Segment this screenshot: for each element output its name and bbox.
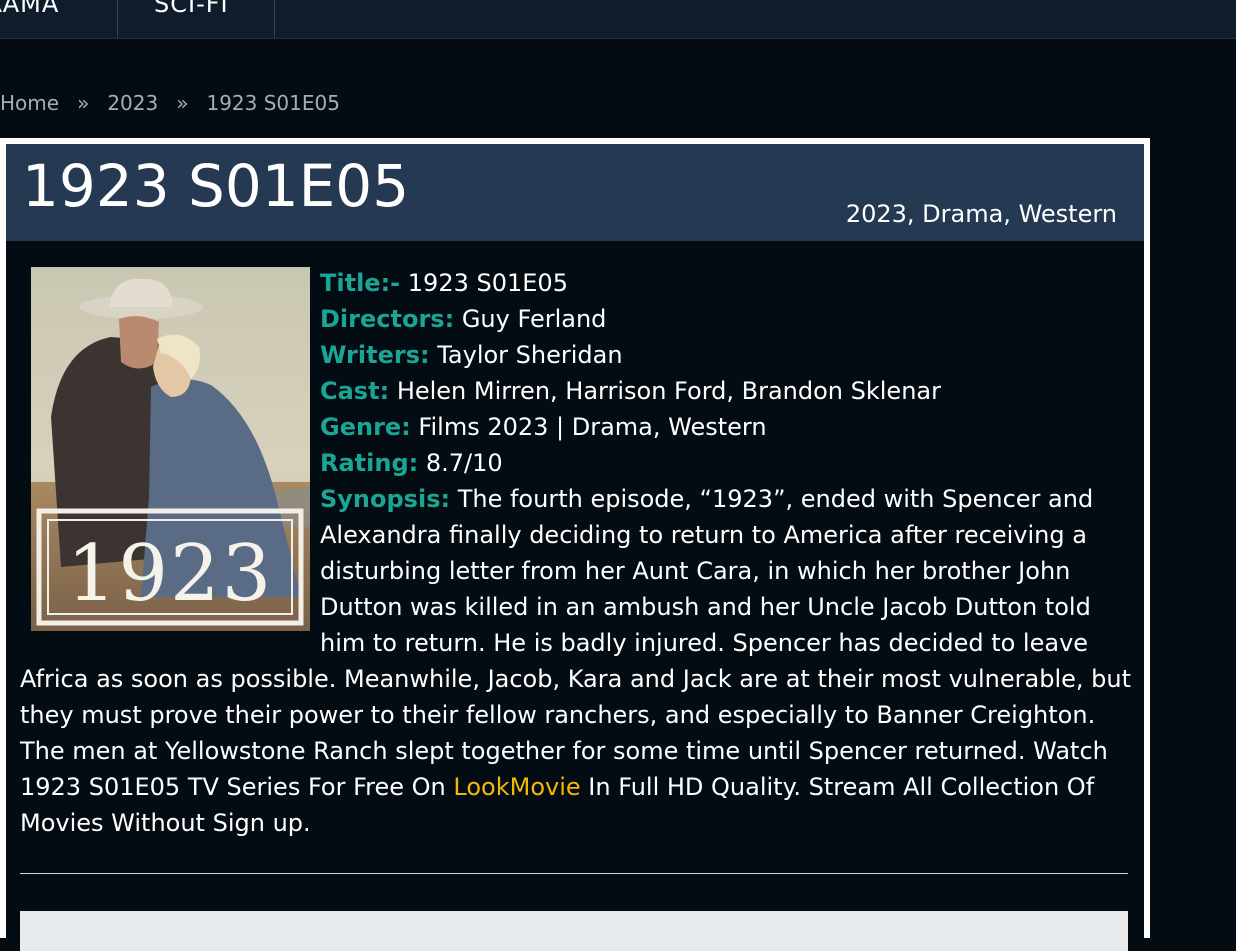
- nav-item-scifi[interactable]: SCI-FI: [154, 0, 229, 38]
- rating-label: Rating:: [320, 449, 419, 477]
- nav-item-drama[interactable]: RAMA: [0, 0, 59, 38]
- directors-label: Directors:: [320, 305, 455, 333]
- title-value: 1923 S01E05: [407, 269, 568, 297]
- synopsis-label: Synopsis:: [320, 485, 451, 513]
- writers-value: Taylor Sheridan: [437, 341, 623, 369]
- movie-card-body: 1923 S01E05 2023, Drama, Western 1923 Ti…: [6, 144, 1144, 951]
- player-panel: [20, 911, 1128, 951]
- breadcrumb-separator: »: [77, 91, 90, 115]
- title-meta: 2023, Drama, Western: [845, 200, 1117, 228]
- breadcrumb-home[interactable]: Home: [0, 91, 59, 115]
- nav-divider: [117, 0, 118, 38]
- breadcrumb-year[interactable]: 2023: [107, 91, 158, 115]
- page-title: 1923 S01E05: [22, 152, 410, 220]
- lookmovie-link[interactable]: LookMovie: [453, 773, 580, 801]
- genre-label: Genre:: [320, 413, 411, 441]
- title-bar: 1923 S01E05 2023, Drama, Western: [6, 144, 1144, 241]
- breadcrumb: Home » 2023 » 1923 S01E05: [0, 91, 340, 115]
- movie-details: Title:- 1923 S01E05 Directors: Guy Ferla…: [20, 265, 1132, 841]
- genre-value: Films 2023 | Drama, Western: [418, 413, 767, 441]
- breadcrumb-current: 1923 S01E05: [206, 91, 340, 115]
- cast-value: Helen Mirren, Harrison Ford, Brandon Skl…: [396, 377, 941, 405]
- directors-value: Guy Ferland: [461, 305, 607, 333]
- breadcrumb-separator: »: [176, 91, 189, 115]
- rating-value: 8.7/10: [425, 449, 503, 477]
- divider: [20, 873, 1128, 874]
- writers-label: Writers:: [320, 341, 430, 369]
- top-navigation: RAMA SCI-FI: [0, 0, 1236, 39]
- nav-divider: [274, 0, 275, 38]
- movie-card: 1923 S01E05 2023, Drama, Western 1923 Ti…: [0, 138, 1150, 951]
- cast-label: Cast:: [320, 377, 390, 405]
- title-label: Title:-: [320, 269, 401, 297]
